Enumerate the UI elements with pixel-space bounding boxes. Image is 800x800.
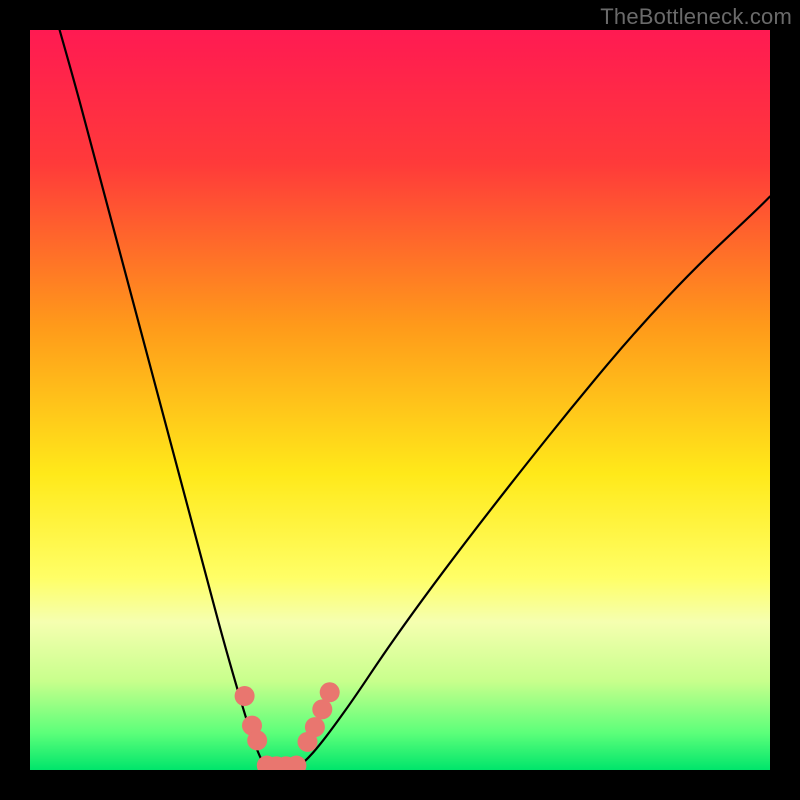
right-dot-4 <box>320 682 340 702</box>
left-dot-3 <box>247 730 267 750</box>
outer-frame: TheBottleneck.com <box>0 0 800 800</box>
left-dot-1 <box>235 686 255 706</box>
plot-area <box>30 30 770 770</box>
chart-svg <box>30 30 770 770</box>
right-dot-3 <box>312 699 332 719</box>
watermark-text: TheBottleneck.com <box>600 4 792 30</box>
right-dot-2 <box>305 717 325 737</box>
gradient-background <box>30 30 770 770</box>
